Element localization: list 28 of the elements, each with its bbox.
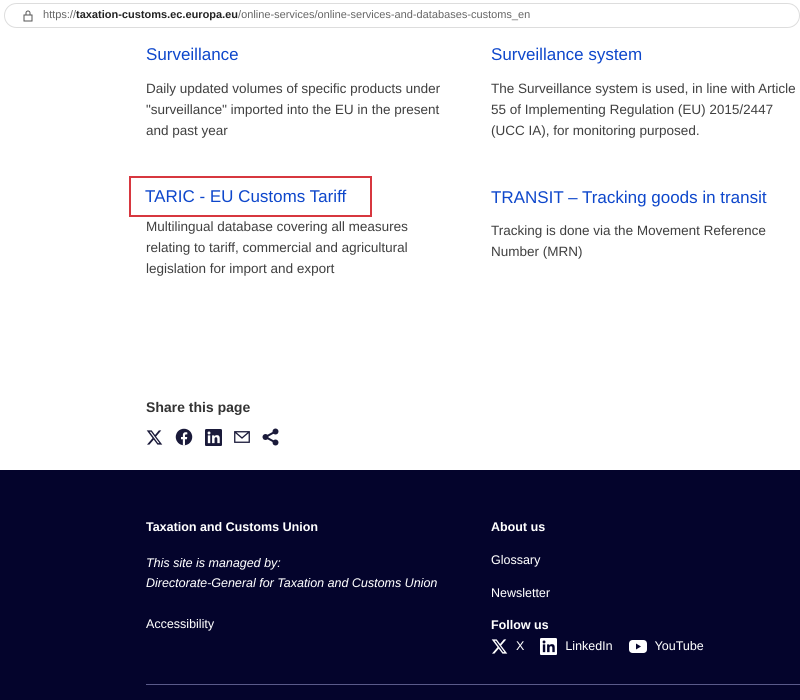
- email-share-button[interactable]: [234, 431, 250, 443]
- service-link[interactable]: TRANSIT – Tracking goods in transit: [491, 184, 767, 210]
- linkedin-icon: [540, 638, 558, 655]
- service-description: Daily updated volumes of specific products under "surveillance" imported into the EU in the present and past year: [146, 80, 442, 140]
- social-link[interactable]: X: [491, 637, 524, 656]
- share-share-button[interactable]: [262, 428, 279, 446]
- lock-icon: [23, 10, 33, 22]
- service-description: Tracking is done via the Movement Reference Number (MRN): [491, 222, 767, 261]
- footer-link[interactable]: Newsletter: [491, 586, 550, 600]
- linkedin-share-button[interactable]: [205, 428, 222, 446]
- service-link[interactable]: TARIC - EU Customs Tariff: [131, 178, 370, 215]
- follow-heading: Follow us: [491, 617, 550, 634]
- footer-heading-link[interactable]: About us: [491, 520, 546, 534]
- footer-site-title: Taxation and Customs Union: [146, 519, 319, 536]
- service-link[interactable]: Surveillance system: [491, 42, 642, 68]
- service-link[interactable]: Surveillance: [146, 42, 239, 68]
- footer-link[interactable]: Accessibility: [146, 616, 214, 631]
- social-link[interactable]: LinkedIn: [540, 637, 613, 656]
- youtube-icon: [628, 640, 647, 653]
- footer-link[interactable]: Glossary: [491, 552, 540, 567]
- x-logo-icon: [491, 638, 508, 655]
- facebook-share-button[interactable]: [175, 428, 193, 446]
- x-logo-share-button[interactable]: [146, 428, 163, 446]
- social-link[interactable]: YouTube: [628, 637, 704, 656]
- managed-by-text: This site is managed by: Directorate-General for Taxation and Customs Union: [146, 554, 438, 592]
- service-description: The Surveillance system is used, in line with Article 55 of Implementing Regulation (EU) 2015/2447 (UCC IA), for monitoring purposed.: [491, 80, 796, 140]
- service-description: Multilingual database covering all measures relating to tariff, commercial and agricultural legislation for import and export: [146, 218, 409, 278]
- share-heading: Share this page: [146, 398, 252, 417]
